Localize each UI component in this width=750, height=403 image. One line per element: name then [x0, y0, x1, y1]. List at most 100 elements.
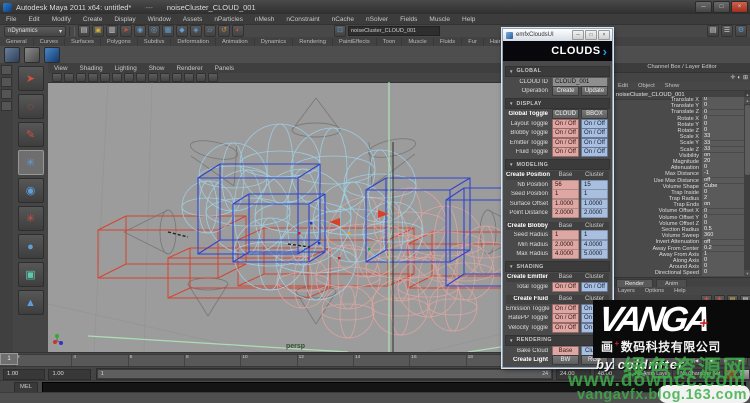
scrollbar-thumb[interactable] [745, 105, 750, 175]
layer-menu-item[interactable]: Help [669, 288, 691, 294]
row-base-control[interactable]: CLOUD [552, 109, 579, 119]
shaded-mode-icon[interactable] [208, 73, 218, 82]
shelf-tab[interactable]: General [0, 38, 34, 46]
animation-start-field[interactable]: 1.00 [3, 369, 45, 380]
menu-item[interactable]: nParticles [208, 16, 249, 23]
channel-name[interactable]: Volume Offset Y [613, 215, 702, 221]
menu-item[interactable]: nMesh [249, 16, 281, 23]
two-d-pan-icon[interactable] [88, 73, 98, 82]
channel-value[interactable]: 0 [702, 190, 744, 196]
status-icon[interactable]: ▤ [78, 25, 90, 37]
row-cluster-control[interactable]: On / Off [581, 147, 608, 157]
tool-button[interactable]: ✎ [18, 122, 44, 147]
row-cluster-control[interactable]: Cluster [581, 171, 608, 179]
menu-item[interactable]: nConstraint [280, 16, 325, 23]
menu-item[interactable]: Edit [22, 16, 45, 23]
channel-box-menu-item[interactable]: Show [660, 83, 685, 89]
channel-value[interactable]: 0 [702, 270, 744, 276]
row-base-control[interactable]: BW [552, 355, 579, 365]
channel-value[interactable]: 0 [702, 110, 744, 116]
section-collapse-icon[interactable]: ▼ [509, 69, 513, 74]
viewport-menu-item[interactable]: Panels [209, 65, 240, 72]
scrollbar-up-icon[interactable]: ▲ [744, 97, 750, 104]
channel-name[interactable]: Directional Speed [613, 270, 702, 276]
channel-box-icon[interactable]: ⊞ [743, 74, 748, 82]
menu-item[interactable]: Fields [394, 16, 423, 23]
tool-button[interactable]: ● [18, 234, 44, 259]
channel-value[interactable]: 0.2 [702, 246, 744, 252]
attribute-editor-icon[interactable]: ☰ [721, 25, 733, 37]
tool-settings-icon[interactable]: ⚙ [735, 25, 747, 37]
row-base-control[interactable]: On / Off [552, 313, 579, 323]
close-button[interactable]: × [598, 30, 610, 40]
section-collapse-icon[interactable]: ▼ [509, 101, 513, 106]
row-cluster-control[interactable]: On / Off [581, 119, 608, 129]
shelf-tab[interactable]: Deformation [171, 38, 216, 46]
channel-box-menu-item[interactable]: Object [633, 83, 660, 89]
channel-name[interactable]: Translate Z [613, 109, 702, 115]
channel-value[interactable]: 0 [702, 264, 744, 270]
channel-name[interactable]: Volume Offset X [613, 208, 702, 214]
channel-name[interactable]: Around Axis [613, 264, 702, 270]
status-icon[interactable]: ◎ [148, 25, 160, 37]
row-base-control[interactable]: Base [552, 171, 579, 179]
layout-hypershade-button[interactable] [1, 101, 12, 111]
tool-button[interactable]: ◌ [18, 94, 44, 119]
channel-box-menu-item[interactable]: Edit [613, 83, 633, 89]
row-base-control[interactable]: Base [552, 295, 579, 303]
layer-menu-item[interactable]: Options [640, 288, 669, 294]
menu-set-dropdown[interactable]: nDynamics ▾ [4, 26, 66, 37]
range-slider-track[interactable]: 1 24 [96, 368, 553, 380]
channel-name[interactable]: Scale X [613, 134, 702, 140]
channel-name[interactable]: Away From Center [613, 246, 702, 252]
row-cluster-control[interactable]: On / Off [581, 128, 608, 138]
shelf-tab[interactable]: Muscle [402, 38, 433, 46]
range-slider-handle[interactable]: 1 24 [98, 370, 551, 378]
menu-item[interactable]: Muscle [423, 16, 456, 23]
section-collapse-icon[interactable]: ▼ [509, 338, 513, 343]
viewport-menu-item[interactable]: Renderer [170, 65, 208, 72]
row-base-control[interactable]: CLOUD_001 [552, 77, 608, 87]
row-base-control[interactable]: Base [552, 273, 579, 281]
channel-name[interactable]: Invert Attenuation [613, 239, 702, 245]
status-icon[interactable]: ◈ [190, 25, 202, 37]
section-collapse-icon[interactable]: ▼ [509, 162, 513, 167]
row-base-control[interactable]: 2.0000 [552, 208, 579, 218]
section-collapse-icon[interactable]: ▼ [509, 264, 513, 269]
selection-name-field[interactable]: noiseCluster_CLOUD_001 [348, 26, 440, 36]
shelf-tab[interactable]: Fluids [434, 38, 462, 46]
shelf-tab[interactable]: Subdivs [138, 38, 172, 46]
channel-box-icon[interactable]: ✛ [730, 74, 735, 82]
channel-name[interactable]: Rotate X [613, 116, 702, 122]
minimize-button[interactable]: ─ [695, 1, 712, 13]
channel-name[interactable]: Scale Z [613, 147, 702, 153]
menu-item[interactable]: Window [142, 16, 177, 23]
channel-name[interactable]: Magnitude [613, 159, 702, 165]
row-base-control[interactable]: On / Off [552, 304, 579, 314]
minimize-button[interactable]: ─ [572, 30, 584, 40]
status-icon[interactable]: ▦ [162, 25, 174, 37]
close-button[interactable]: × [731, 1, 748, 13]
shelf-tab[interactable]: Toon [377, 38, 403, 46]
row-cluster-control[interactable]: 2.0000 [581, 208, 608, 218]
viewport-menu-item[interactable]: View [48, 65, 74, 72]
status-icon[interactable]: ▱ [204, 25, 216, 37]
sidebar-toggle-icon[interactable]: ▤ [707, 25, 719, 37]
channel-value[interactable]: 0 [702, 116, 744, 122]
viewport-menu-item[interactable]: Shading [74, 65, 109, 72]
channel-name[interactable]: Trap Ends [613, 202, 702, 208]
channel-value[interactable]: 0 [702, 103, 744, 109]
status-icon[interactable]: ◐ [232, 25, 244, 37]
row-base-control[interactable]: On / Off [552, 119, 579, 129]
channel-name[interactable]: Rotate Z [613, 128, 702, 134]
row-cluster-control[interactable]: 1 [581, 230, 608, 240]
menu-item[interactable]: Modify [46, 16, 77, 23]
row-base-control[interactable]: Base [552, 222, 579, 230]
channel-name[interactable]: Volume Sweep [613, 233, 702, 239]
image-plane-icon[interactable] [76, 73, 86, 82]
status-icon[interactable]: ▣ [92, 25, 104, 37]
channel-value[interactable]: 0 [702, 209, 744, 215]
row-base-control[interactable]: On / Off [552, 147, 579, 157]
row-base-control[interactable]: On / Off [552, 128, 579, 138]
shelf-item-icon[interactable] [44, 47, 60, 63]
